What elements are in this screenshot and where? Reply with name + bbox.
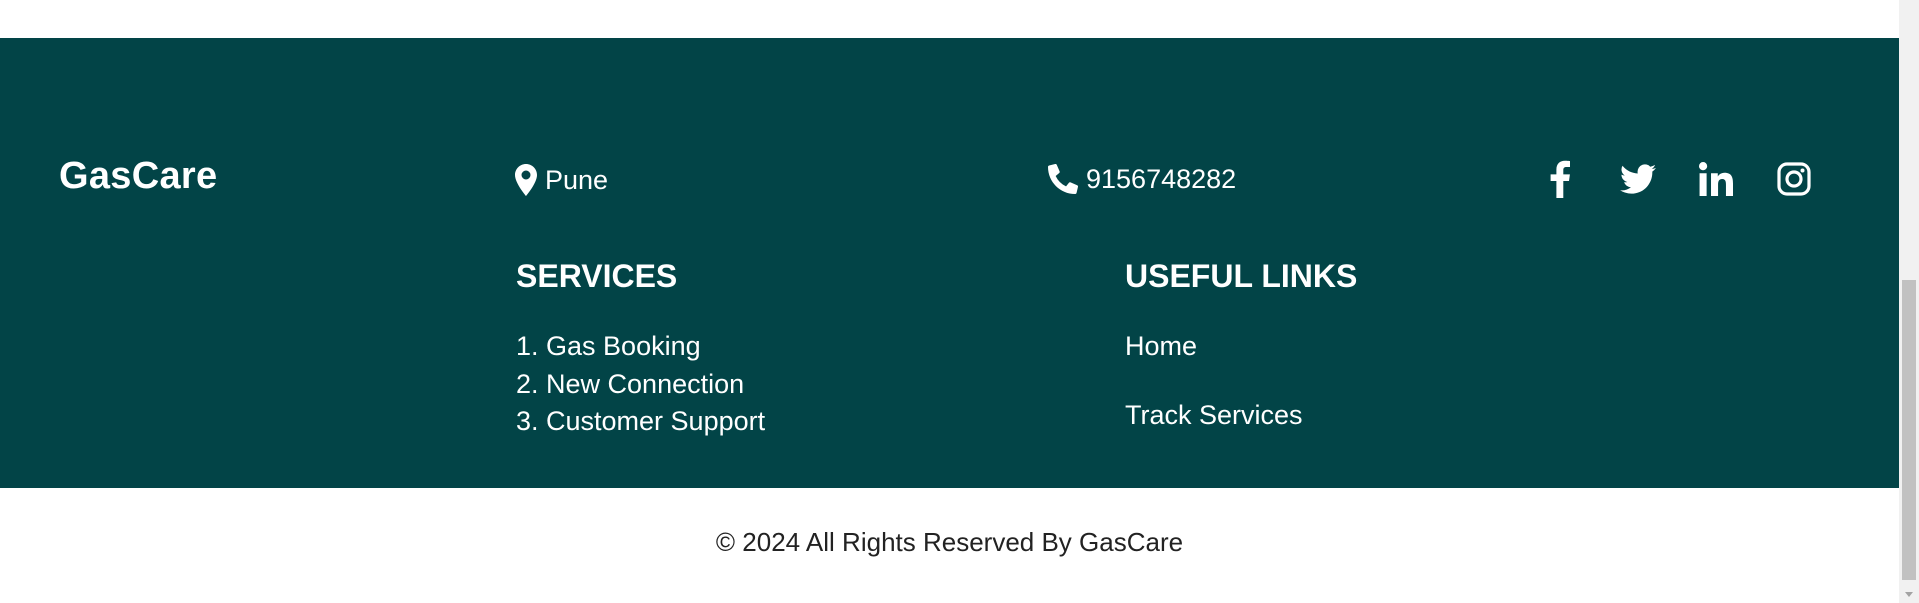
link-home[interactable]: Home: [1125, 331, 1197, 361]
services-item-customer-support: 3. Customer Support: [516, 406, 766, 436]
map-marker-icon: [515, 164, 537, 196]
location-info: Pune: [515, 164, 608, 196]
services-list: 1. Gas Booking 2. New Connection 3. Cust…: [516, 328, 765, 441]
twitter-link[interactable]: [1618, 156, 1658, 206]
phone-text: 9156748282: [1086, 163, 1237, 194]
services-item-gas-booking: 1. Gas Booking: [516, 331, 701, 361]
location-text: Pune: [545, 164, 609, 195]
scrollbar[interactable]: [1899, 0, 1919, 603]
twitter-icon: [1620, 163, 1656, 199]
phone-icon: [1048, 164, 1078, 194]
copyright-text: © 2024 All Rights Reserved By GasCare: [715, 527, 1184, 557]
useful-links-list: Home Track Services: [1125, 328, 1303, 466]
scroll-down-arrow-icon[interactable]: [1899, 587, 1919, 601]
facebook-link[interactable]: [1540, 156, 1580, 206]
scrollbar-thumb[interactable]: [1902, 280, 1916, 580]
facebook-icon: [1549, 160, 1571, 203]
useful-links-heading: USEFUL LINKS: [1125, 258, 1358, 294]
linkedin-icon: [1699, 161, 1733, 201]
footer: GasCare Pune 9156748282 SERVICES 1. Gas …: [0, 38, 1899, 488]
phone-info: 9156748282: [1048, 164, 1236, 194]
instagram-icon: [1777, 161, 1811, 201]
services-item-new-connection: 2. New Connection: [516, 368, 745, 399]
brand-logo[interactable]: GasCare: [59, 157, 217, 195]
instagram-link[interactable]: [1774, 156, 1814, 206]
link-track-services[interactable]: Track Services: [1125, 400, 1303, 430]
social-links: [1540, 156, 1814, 206]
services-heading: SERVICES: [516, 258, 678, 294]
linkedin-link[interactable]: [1696, 156, 1736, 206]
page: GasCare Pune 9156748282 SERVICES 1. Gas …: [0, 0, 1919, 603]
